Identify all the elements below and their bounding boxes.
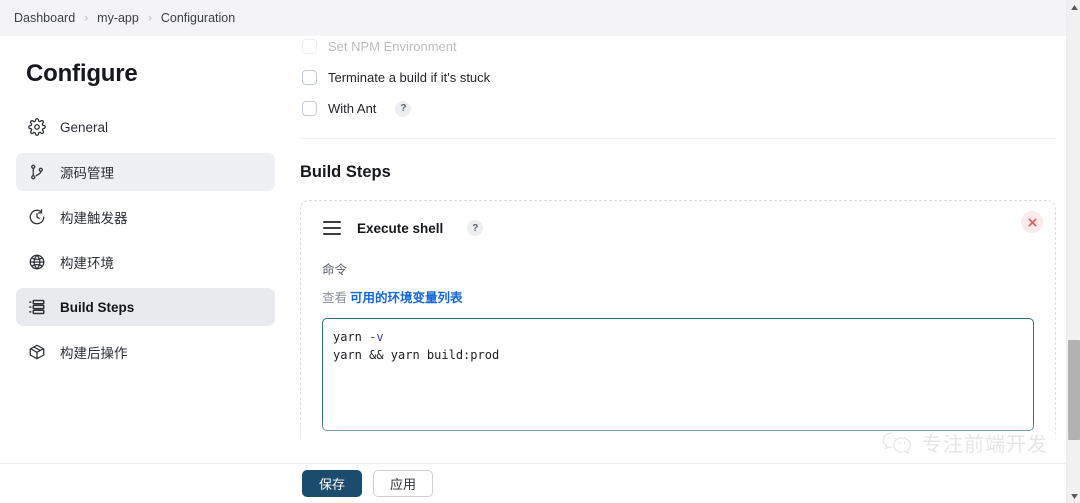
- save-button[interactable]: 保存: [302, 470, 362, 497]
- command-code-editor[interactable]: yarn -v yarn && yarn build:prod: [322, 318, 1034, 431]
- build-step-card-execute-shell: Execute shell ? 命令 查看 可用的环境变量列表 yarn -v y…: [300, 200, 1056, 503]
- checkbox-row[interactable]: Terminate a build if it's stuck: [290, 62, 1066, 93]
- code-text: yarn && yarn build:prod: [333, 348, 500, 362]
- breadcrumb-item-configuration[interactable]: Configuration: [161, 11, 235, 25]
- scroll-up-arrow-icon[interactable]: [1067, 0, 1080, 14]
- breadcrumb-separator-icon: ›: [84, 10, 89, 25]
- scroll-down-arrow-icon[interactable]: [1067, 489, 1080, 503]
- clock-icon: [28, 208, 46, 226]
- section-divider: [300, 138, 1056, 139]
- globe-icon: [28, 253, 46, 271]
- checkbox-terminate-stuck-build[interactable]: [302, 70, 317, 85]
- sidebar-nav: General 源码管理 构建触发器 构建环境 Build Steps 构建后操…: [16, 108, 275, 378]
- checkbox-label: Set NPM Environment: [328, 39, 457, 54]
- sidebar-item-label: General: [60, 119, 109, 135]
- checkbox-label: With Ant: [328, 101, 377, 116]
- sidebar-item-build-steps[interactable]: Build Steps: [16, 288, 275, 326]
- configuration-form: Provide Node & npm bin/ folder to PATH S…: [290, 0, 1066, 503]
- code-flag-token: -v: [369, 330, 384, 344]
- checkbox-set-npm-environment[interactable]: [302, 39, 317, 54]
- checkbox-label: Terminate a build if it's stuck: [328, 70, 491, 85]
- build-step-title: Execute shell: [357, 220, 444, 236]
- main-scroll-region: Provide Node & npm bin/ folder to PATH S…: [290, 0, 1066, 503]
- env-variables-link[interactable]: 可用的环境变量列表: [350, 291, 463, 305]
- build-step-header: Execute shell ?: [319, 217, 1037, 239]
- build-steps-heading: Build Steps: [300, 163, 391, 181]
- help-icon[interactable]: ?: [467, 220, 484, 236]
- remove-build-step-button[interactable]: [1021, 211, 1043, 233]
- breadcrumb-item-my-app[interactable]: my-app: [97, 11, 139, 25]
- breadcrumb-separator-icon: ›: [147, 10, 152, 25]
- sidebar-item-label: 构建环境: [60, 256, 114, 271]
- action-bar: 保存 应用: [0, 463, 1066, 503]
- sidebar-item-post-build-actions[interactable]: 构建后操作: [16, 333, 275, 371]
- breadcrumb: Dashboard › my-app › Configuration: [14, 0, 235, 36]
- package-icon: [28, 343, 46, 361]
- list-icon: [28, 298, 46, 316]
- sidebar-item-source-code-management[interactable]: 源码管理: [16, 153, 275, 191]
- breadcrumb-item-dashboard[interactable]: Dashboard: [14, 11, 75, 25]
- sidebar-item-label: 构建后操作: [60, 346, 128, 361]
- sidebar: Configure General 源码管理 构建触发器 构建环境 Build …: [0, 36, 290, 503]
- git-branch-icon: [28, 163, 46, 181]
- drag-handle-icon[interactable]: [323, 221, 341, 235]
- vertical-scrollbar[interactable]: [1066, 0, 1080, 503]
- help-icon[interactable]: ?: [395, 100, 412, 117]
- checkbox-with-ant[interactable]: [302, 101, 317, 116]
- env-variables-hint: 查看 可用的环境变量列表: [322, 287, 1037, 306]
- code-text: yarn: [333, 330, 370, 344]
- sidebar-item-label: Build Steps: [60, 299, 135, 315]
- close-icon: [1027, 217, 1037, 227]
- sidebar-item-general[interactable]: General: [16, 108, 275, 146]
- gear-icon: [28, 118, 46, 136]
- configure-page: Dashboard › my-app › Configuration Confi…: [0, 0, 1080, 503]
- sidebar-item-build-triggers[interactable]: 构建触发器: [16, 198, 275, 236]
- command-field-label: 命令: [322, 263, 348, 277]
- checkbox-row[interactable]: With Ant ?: [290, 93, 1066, 124]
- sidebar-item-label: 构建触发器: [60, 211, 128, 226]
- page-title: Configure: [26, 60, 138, 87]
- sidebar-item-label: 源码管理: [60, 166, 114, 181]
- env-hint-prefix: 查看: [322, 291, 348, 305]
- sidebar-item-build-environment[interactable]: 构建环境: [16, 243, 275, 281]
- scrollbar-thumb[interactable]: [1068, 340, 1080, 440]
- apply-button[interactable]: 应用: [373, 470, 433, 497]
- code-line: yarn -v: [333, 328, 1023, 346]
- code-line: yarn && yarn build:prod: [333, 346, 1023, 364]
